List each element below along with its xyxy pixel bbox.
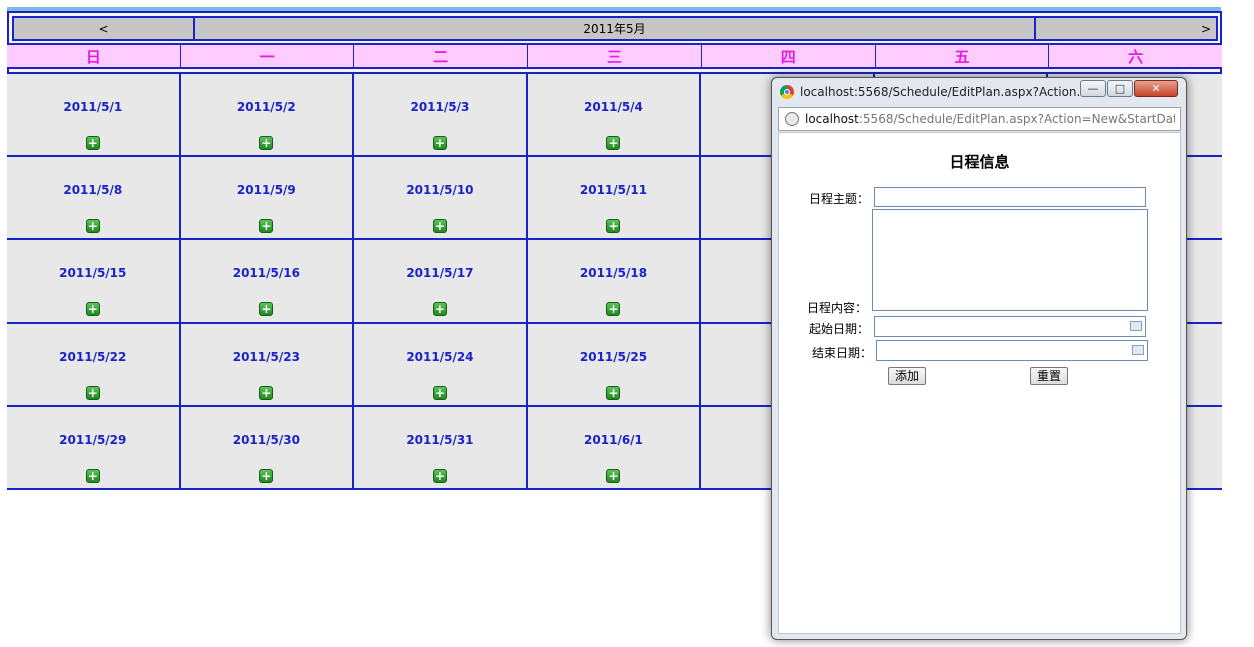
day-cell: 2011/5/4 + bbox=[528, 74, 702, 157]
close-button[interactable]: ✕ bbox=[1134, 80, 1178, 97]
window-title: localhost:5568/Schedule/EditPlan.aspx?Ac… bbox=[800, 85, 1088, 99]
day-cell: 2011/5/3 + bbox=[354, 74, 528, 157]
day-date-link[interactable]: 2011/5/23 bbox=[181, 350, 353, 364]
weekday-sat: 六 bbox=[1049, 45, 1222, 67]
day-cell: 2011/6/1 + bbox=[528, 407, 702, 490]
next-month-link[interactable]: > bbox=[1036, 18, 1216, 39]
add-plan-icon[interactable]: + bbox=[433, 469, 447, 483]
add-plan-icon[interactable]: + bbox=[606, 136, 620, 150]
start-date-label: 起始日期： bbox=[809, 320, 869, 337]
add-plan-icon[interactable]: + bbox=[259, 469, 273, 483]
content-textarea[interactable] bbox=[872, 209, 1148, 311]
calendar-nav: < 2011年5月 > bbox=[12, 16, 1218, 41]
add-plan-icon[interactable]: + bbox=[259, 136, 273, 150]
day-date-link[interactable]: 2011/5/9 bbox=[181, 183, 353, 197]
add-plan-icon[interactable]: + bbox=[86, 469, 100, 483]
day-cell: 2011/5/16 + bbox=[181, 240, 355, 323]
add-plan-icon[interactable]: + bbox=[606, 469, 620, 483]
add-plan-icon[interactable]: + bbox=[433, 136, 447, 150]
calendar-icon[interactable] bbox=[1130, 321, 1142, 331]
edit-plan-popup-window: localhost:5568/Schedule/EditPlan.aspx?Ac… bbox=[771, 77, 1187, 640]
day-cell: 2011/5/10 + bbox=[354, 157, 528, 240]
reset-button[interactable]: 重置 bbox=[1030, 367, 1068, 385]
day-date-link[interactable]: 2011/5/3 bbox=[354, 100, 526, 114]
add-plan-icon[interactable]: + bbox=[86, 386, 100, 400]
day-date-link[interactable]: 2011/5/18 bbox=[528, 266, 700, 280]
add-plan-icon[interactable]: + bbox=[433, 219, 447, 233]
weekday-thu: 四 bbox=[702, 45, 876, 67]
end-date-input[interactable] bbox=[876, 340, 1148, 361]
add-plan-icon[interactable]: + bbox=[606, 219, 620, 233]
day-cell: 2011/5/18 + bbox=[528, 240, 702, 323]
month-title: 2011年5月 bbox=[195, 18, 1036, 39]
prev-month-link[interactable]: < bbox=[14, 18, 195, 39]
weekday-tue: 二 bbox=[354, 45, 528, 67]
address-text: localhost:5568/Schedule/EditPlan.aspx?Ac… bbox=[805, 112, 1175, 126]
day-date-link[interactable]: 2011/5/30 bbox=[181, 433, 353, 447]
day-cell: 2011/5/22 + bbox=[7, 324, 181, 407]
day-date-link[interactable]: 2011/5/2 bbox=[181, 100, 353, 114]
add-plan-icon[interactable]: + bbox=[259, 219, 273, 233]
content-label: 日程内容： bbox=[807, 299, 867, 316]
day-date-link[interactable]: 2011/6/1 bbox=[528, 433, 700, 447]
add-plan-icon[interactable]: + bbox=[86, 136, 100, 150]
day-cell: 2011/5/30 + bbox=[181, 407, 355, 490]
window-controls: — □ ✕ bbox=[1079, 80, 1178, 97]
day-cell: 2011/5/25 + bbox=[528, 324, 702, 407]
add-plan-icon[interactable]: + bbox=[86, 219, 100, 233]
day-cell: 2011/5/15 + bbox=[7, 240, 181, 323]
subject-input[interactable] bbox=[874, 187, 1146, 207]
address-host: localhost bbox=[805, 112, 859, 126]
address-bar[interactable]: localhost:5568/Schedule/EditPlan.aspx?Ac… bbox=[778, 107, 1181, 131]
add-plan-icon[interactable]: + bbox=[86, 302, 100, 316]
calendar-icon[interactable] bbox=[1132, 345, 1144, 355]
add-plan-icon[interactable]: + bbox=[259, 302, 273, 316]
subject-label: 日程主题： bbox=[809, 190, 869, 207]
day-date-link[interactable]: 2011/5/16 bbox=[181, 266, 353, 280]
day-date-link[interactable]: 2011/5/31 bbox=[354, 433, 526, 447]
weekday-header: 日 一 二 三 四 五 六 bbox=[7, 43, 1222, 69]
day-date-link[interactable]: 2011/5/11 bbox=[528, 183, 700, 197]
add-button[interactable]: 添加 bbox=[888, 367, 926, 385]
add-plan-icon[interactable]: + bbox=[433, 386, 447, 400]
day-cell: 2011/5/31 + bbox=[354, 407, 528, 490]
day-cell: 2011/5/17 + bbox=[354, 240, 528, 323]
day-cell: 2011/5/1 + bbox=[7, 74, 181, 157]
day-date-link[interactable]: 2011/5/4 bbox=[528, 100, 700, 114]
globe-icon bbox=[785, 112, 799, 126]
weekday-wed: 三 bbox=[528, 45, 702, 67]
day-date-link[interactable]: 2011/5/22 bbox=[7, 350, 179, 364]
weekday-fri: 五 bbox=[876, 45, 1050, 67]
address-path: :5568/Schedule/EditPlan.aspx?Action=New&… bbox=[859, 112, 1175, 126]
day-cell: 2011/5/9 + bbox=[181, 157, 355, 240]
chrome-icon bbox=[780, 85, 794, 99]
maximize-button[interactable]: □ bbox=[1107, 80, 1133, 97]
day-date-link[interactable]: 2011/5/25 bbox=[528, 350, 700, 364]
add-plan-icon[interactable]: + bbox=[259, 386, 273, 400]
end-date-label: 结束日期： bbox=[812, 344, 872, 361]
day-date-link[interactable]: 2011/5/29 bbox=[7, 433, 179, 447]
day-cell: 2011/5/2 + bbox=[181, 74, 355, 157]
day-date-link[interactable]: 2011/5/8 bbox=[7, 183, 179, 197]
add-plan-icon[interactable]: + bbox=[606, 302, 620, 316]
add-plan-icon[interactable]: + bbox=[606, 386, 620, 400]
day-cell: 2011/5/24 + bbox=[354, 324, 528, 407]
minimize-button[interactable]: — bbox=[1080, 80, 1106, 97]
popup-content: 日程信息 日程主题： 日程内容： 起始日期： 结束日期： 添加 重置 bbox=[778, 132, 1181, 634]
popup-titlebar[interactable]: localhost:5568/Schedule/EditPlan.aspx?Ac… bbox=[772, 78, 1186, 106]
form-title: 日程信息 bbox=[779, 151, 1180, 172]
day-cell: 2011/5/8 + bbox=[7, 157, 181, 240]
day-date-link[interactable]: 2011/5/17 bbox=[354, 266, 526, 280]
day-date-link[interactable]: 2011/5/24 bbox=[354, 350, 526, 364]
day-date-link[interactable]: 2011/5/10 bbox=[354, 183, 526, 197]
day-date-link[interactable]: 2011/5/1 bbox=[7, 100, 179, 114]
day-cell: 2011/5/23 + bbox=[181, 324, 355, 407]
day-date-link[interactable]: 2011/5/15 bbox=[7, 266, 179, 280]
day-cell: 2011/5/29 + bbox=[7, 407, 181, 490]
weekday-mon: 一 bbox=[181, 45, 355, 67]
start-date-input[interactable] bbox=[874, 316, 1146, 337]
weekday-sun: 日 bbox=[7, 45, 181, 67]
add-plan-icon[interactable]: + bbox=[433, 302, 447, 316]
day-cell: 2011/5/11 + bbox=[528, 157, 702, 240]
